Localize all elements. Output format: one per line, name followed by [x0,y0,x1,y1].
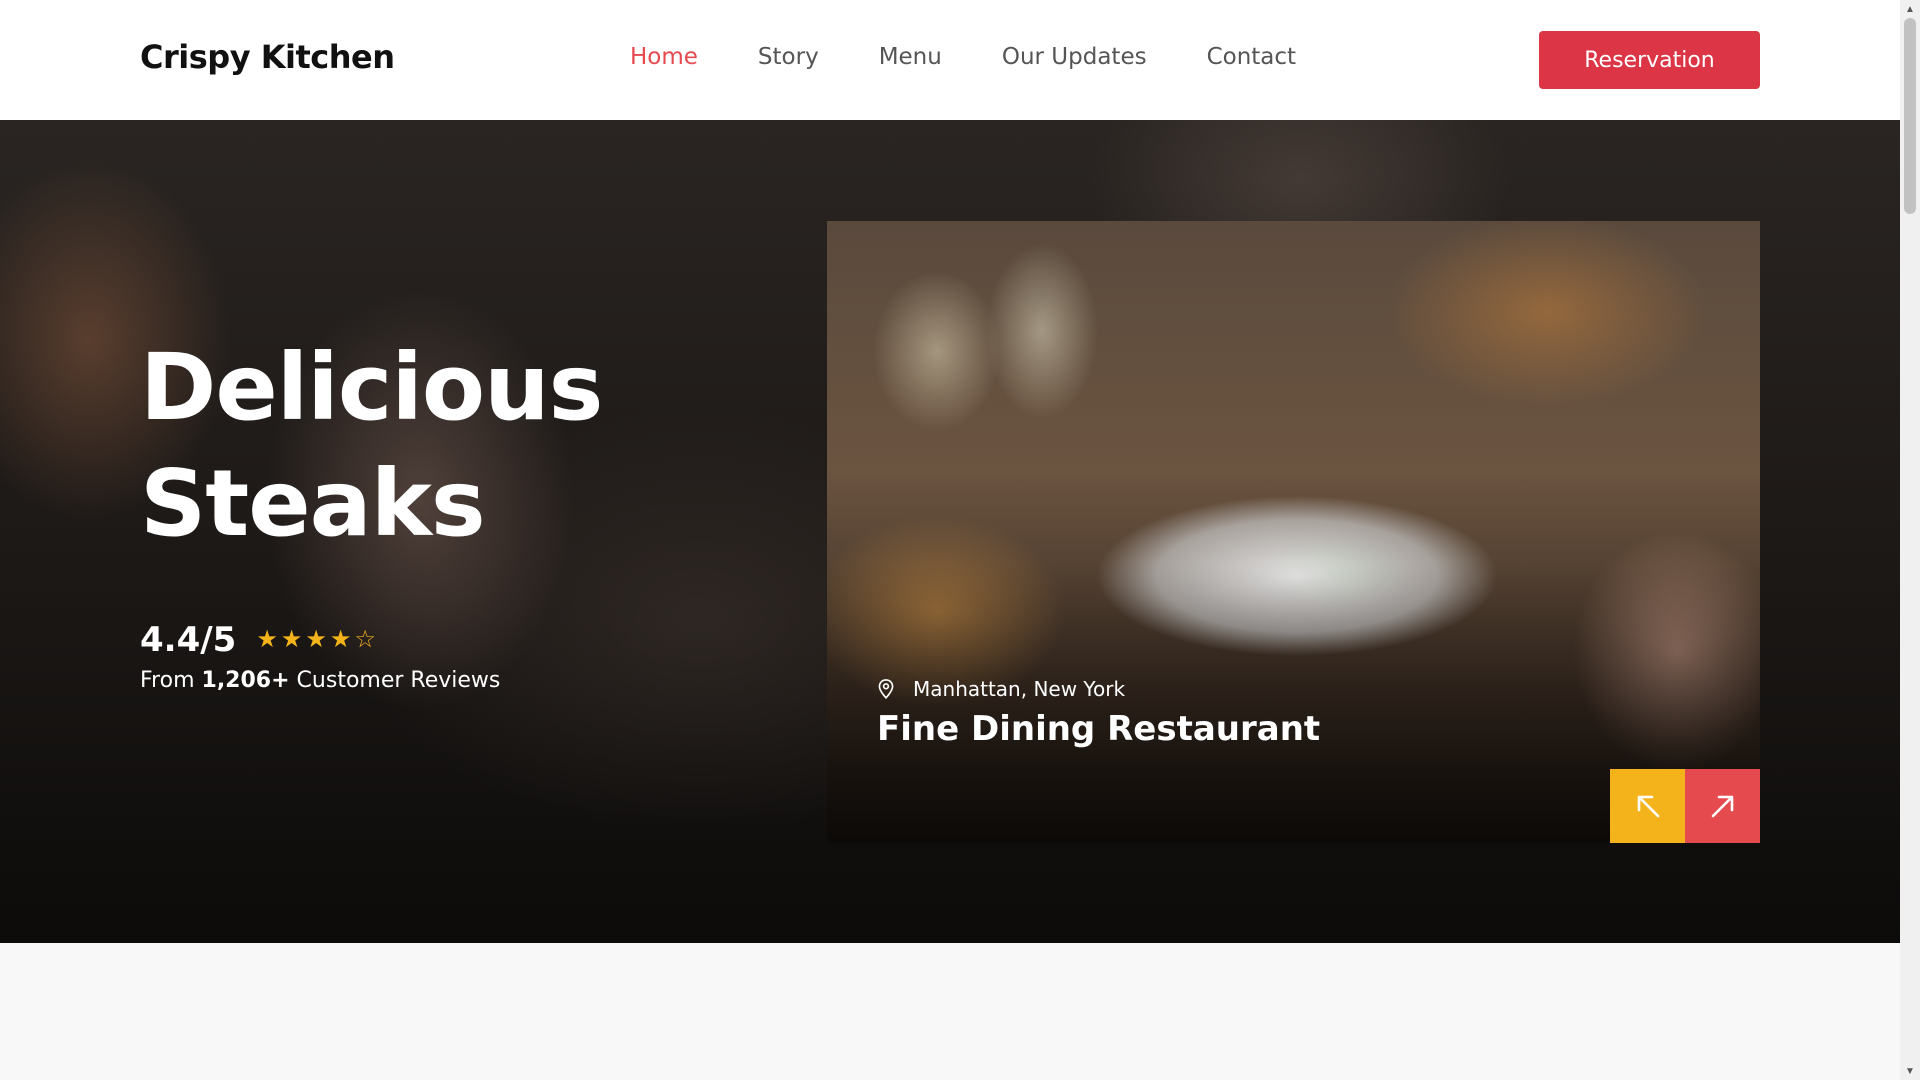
hero-title: Delicious Steaks [140,330,660,562]
reviews-prefix: From [140,668,195,693]
star-filled-icon: ★ [280,626,303,653]
rating-value: 4.4/5 [140,620,237,660]
star-outline-icon: ☆ [354,626,376,653]
arrow-up-right-icon [1711,795,1733,818]
nav-item-story[interactable]: Story [758,44,819,70]
main-nav: Home Story Menu Our Updates Contact [630,44,1356,70]
nav-item-contact[interactable]: Contact [1207,44,1296,70]
nav-item-menu[interactable]: Menu [879,44,942,70]
reviews-text: From 1,206+ Customer Reviews [140,668,500,693]
location-text: Manhattan, New York [913,677,1126,701]
star-filled-icon: ★ [305,626,327,653]
card-location: Manhattan, New York [877,677,1125,701]
nav-item-home[interactable]: Home [630,44,698,70]
reviews-count: 1,206+ [201,668,290,693]
hero-section: Delicious Steaks 4.4/5 ★ ★ ★ ★ ☆ From 1,… [0,120,1900,943]
slide-next-button[interactable] [1685,769,1760,843]
star-filled-icon: ★ [329,626,352,653]
nav-item-our-updates[interactable]: Our Updates [1002,44,1147,70]
scrollbar-thumb[interactable] [1904,18,1916,214]
reviews-suffix: Customer Reviews [296,668,501,693]
scroll-up-icon[interactable]: ▲ [1900,0,1920,18]
reservation-button[interactable]: Reservation [1539,31,1760,89]
scroll-down-icon[interactable]: ▼ [1900,1062,1920,1080]
card-title: Fine Dining Restaurant [877,709,1321,749]
site-header: Crispy Kitchen Home Story Menu Our Updat… [0,0,1900,120]
arrow-up-left-icon [1637,795,1659,818]
hero-title-line2: Steaks [140,450,486,557]
rating-stars: ★ ★ ★ ★ ☆ [256,628,376,652]
hero-title-line1: Delicious [140,334,603,441]
star-filled-icon: ★ [256,626,278,653]
page-scrollbar[interactable]: ▲ ▼ [1900,0,1920,1080]
slide-prev-button[interactable] [1610,769,1685,843]
feature-card: Manhattan, New York Fine Dining Restaura… [827,221,1760,843]
location-pin-icon [878,679,894,699]
brand-logo[interactable]: Crispy Kitchen [140,38,395,76]
rating-row: 4.4/5 ★ ★ ★ ★ ☆ [140,620,376,660]
